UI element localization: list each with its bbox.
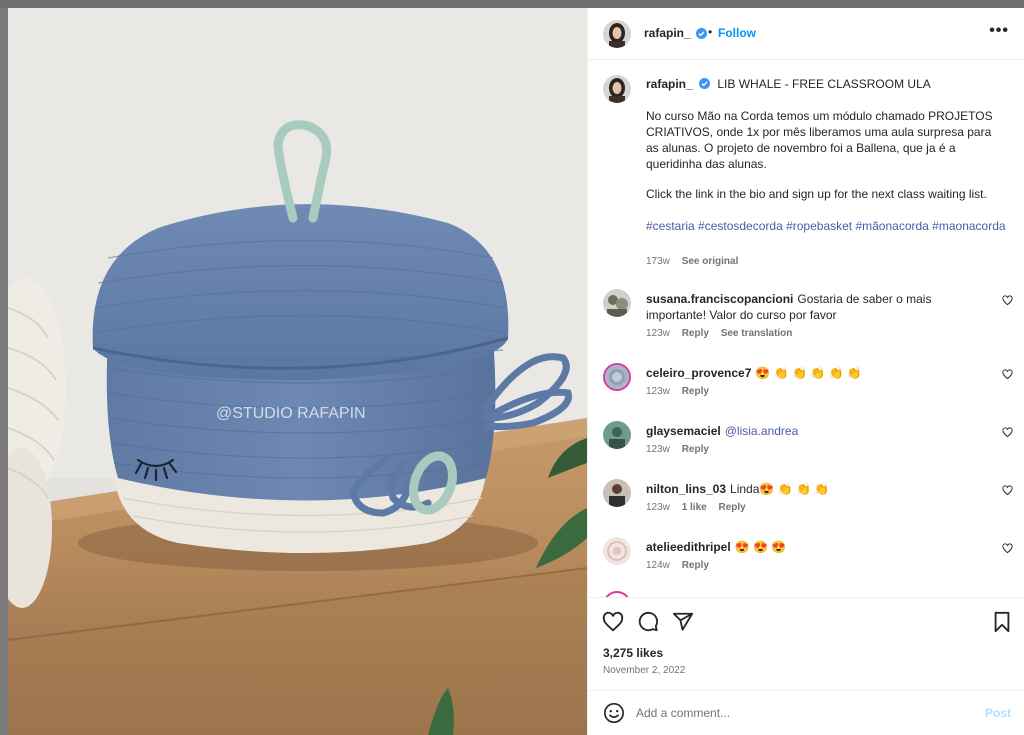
window-top-strip (0, 0, 1024, 8)
commenter-username[interactable]: atelieedithripel (646, 540, 731, 554)
follow-button[interactable]: Follow (718, 26, 756, 40)
like-comment-heart-icon[interactable] (1002, 295, 1013, 306)
comment-item: atelieedithripel 😍 😍 😍 124w Reply (588, 537, 1024, 595)
commenter-avatar[interactable] (603, 421, 631, 449)
comment-text: 😍 👏 👏 👏 👏 👏 (755, 366, 862, 380)
caption-paragraph-2: Click the link in the bio and sign up fo… (646, 187, 987, 201)
post-date: November 2, 2022 (603, 665, 686, 676)
caption-time: 173w (646, 256, 670, 267)
comment-meta: 124w Reply (646, 560, 718, 571)
post-comment-button[interactable]: Post (985, 706, 1011, 720)
caption-username[interactable]: rafapin_ (646, 77, 693, 91)
verified-badge-icon (696, 28, 707, 39)
like-comment-heart-icon[interactable] (1002, 427, 1013, 438)
reply-button[interactable]: Reply (682, 328, 709, 339)
commenter-username[interactable]: glaysemaciel (646, 424, 721, 438)
emoji-picker-icon[interactable] (603, 702, 625, 724)
comment-bubble-icon[interactable] (637, 611, 659, 633)
comments-section[interactable]: rafapin_ LIB WHALE - FREE CLASSROOM ULA … (588, 61, 1024, 597)
comment-item: susana.franciscopancioni Gostaria de sabe… (588, 289, 1024, 347)
comment-meta: 123w Reply (646, 444, 718, 455)
comment-meta: 123w 1 like Reply (646, 502, 755, 513)
post-action-bar: 3,275 likes November 2, 2022 (588, 597, 1024, 687)
comment-item: celeiro_provence7 😍 👏 👏 👏 👏 👏 123w Reply (588, 363, 1024, 421)
comment-text: 😍 😍 😍 (734, 540, 787, 554)
reply-button[interactable]: Reply (682, 560, 709, 571)
comment-time: 123w (646, 328, 670, 339)
commenter-avatar[interactable] (603, 289, 631, 317)
add-comment-input[interactable] (636, 701, 966, 725)
share-send-icon[interactable] (672, 611, 694, 633)
see-translation-link[interactable]: See translation (721, 328, 793, 339)
whale-basket-photo: @STUDIO RAFAPIN (8, 8, 587, 735)
comment-meta: 123w Reply See translation (646, 328, 801, 339)
commenter-avatar[interactable] (603, 479, 631, 507)
post-side-panel: rafapin_ • Follow ••• rafapin_ LIB WHALE… (587, 8, 1024, 735)
see-original-link[interactable]: See original (682, 256, 739, 267)
post-header: rafapin_ • Follow ••• (588, 8, 1024, 60)
comment-time: 123w (646, 502, 670, 513)
comment-item: nilton_lins_03 Linda😍 👏 👏 👏 123w 1 like R… (588, 479, 1024, 537)
comment-time: 124w (646, 560, 670, 571)
likes-count[interactable]: 3,275 likes (603, 646, 663, 660)
author-username[interactable]: rafapin_ (644, 26, 691, 40)
verified-badge-icon (699, 78, 711, 89)
caption-meta: 173w See original (646, 256, 747, 267)
commenter-username[interactable]: celeiro_provence7 (646, 366, 751, 380)
save-bookmark-icon[interactable] (991, 611, 1013, 633)
caption-author-avatar[interactable] (603, 75, 631, 103)
author-avatar[interactable] (603, 20, 631, 48)
comment-meta: 123w Reply (646, 386, 718, 397)
like-heart-icon[interactable] (602, 611, 624, 633)
comment-time: 123w (646, 444, 670, 455)
commenter-username[interactable]: nilton_lins_03 (646, 482, 726, 496)
reply-button[interactable]: Reply (682, 386, 709, 397)
like-comment-heart-icon[interactable] (1002, 369, 1013, 380)
like-comment-heart-icon[interactable] (1002, 543, 1013, 554)
comment-likes-count[interactable]: 1 like (682, 502, 707, 513)
reply-button[interactable]: Reply (719, 502, 746, 513)
more-options-button[interactable]: ••• (989, 22, 1009, 40)
separator-dot: • (708, 25, 713, 39)
caption-paragraph-1: No curso Mão na Corda temos um módulo ch… (646, 109, 993, 171)
image-watermark: @STUDIO RAFAPIN (216, 405, 366, 422)
comment-text: Linda😍 👏 👏 👏 (730, 482, 830, 496)
post-image[interactable]: @STUDIO RAFAPIN (8, 8, 587, 735)
reply-button[interactable]: Reply (682, 444, 709, 455)
comment-item: glaysemaciel @lisia.andrea 123w Reply (588, 421, 1024, 479)
comment-mention-link[interactable]: @lisia.andrea (725, 424, 799, 438)
like-comment-heart-icon[interactable] (1002, 485, 1013, 496)
caption-title: LIB WHALE - FREE CLASSROOM ULA (717, 77, 931, 91)
add-comment-bar: Post (588, 690, 1024, 735)
caption-hashtags[interactable]: #cestaria #cestosdecorda #ropebasket #mã… (646, 218, 1006, 234)
comment-time: 123w (646, 386, 670, 397)
commenter-avatar[interactable] (603, 363, 631, 391)
commenter-username[interactable]: susana.franciscopancioni (646, 292, 793, 306)
commenter-avatar[interactable] (603, 537, 631, 565)
